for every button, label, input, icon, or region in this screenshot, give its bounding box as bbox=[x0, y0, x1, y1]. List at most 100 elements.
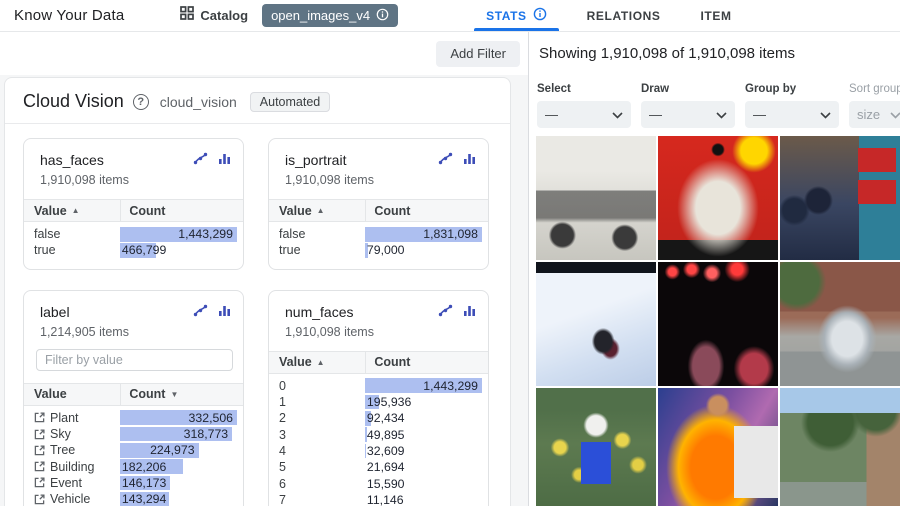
grid-photo-cyclists[interactable] bbox=[780, 136, 900, 260]
table-row[interactable]: Plant332,506 bbox=[24, 410, 243, 426]
table-row[interactable]: false1,443,299 bbox=[24, 226, 243, 242]
column-header-count[interactable]: Count▼ bbox=[120, 384, 243, 405]
grid-catalog-icon bbox=[180, 6, 194, 25]
row-count: 182,206 bbox=[118, 459, 237, 474]
group-by-control: Group by — bbox=[745, 83, 839, 128]
filter-by-value-input[interactable] bbox=[36, 349, 233, 371]
column-header-value[interactable]: Value bbox=[24, 387, 120, 401]
open-in-new-icon[interactable] bbox=[34, 494, 45, 505]
table-row[interactable]: 292,434 bbox=[269, 410, 488, 426]
row-value: Building bbox=[24, 460, 118, 474]
table-row[interactable]: true466,799 bbox=[24, 242, 243, 258]
select-label: Select bbox=[537, 83, 631, 95]
card-label: label 1,214,905 items bbox=[23, 290, 244, 506]
row-count: 11,146 bbox=[363, 492, 482, 506]
bar-chart-icon[interactable] bbox=[463, 152, 476, 165]
bar-chart-icon[interactable] bbox=[463, 304, 476, 317]
table-row[interactable]: Sky318,773 bbox=[24, 426, 243, 442]
tab-relations[interactable]: RELATIONS bbox=[567, 0, 681, 31]
row-count: 1,831,098 bbox=[363, 227, 482, 242]
tab-stats[interactable]: STATS bbox=[466, 0, 567, 31]
row-count: 466,799 bbox=[118, 243, 237, 258]
sort-groups-control: Sort groups by size bbox=[849, 83, 900, 128]
open-in-new-icon[interactable] bbox=[34, 412, 45, 423]
table-row[interactable]: 01,443,299 bbox=[269, 378, 488, 394]
card-item-count: 1,910,098 items bbox=[285, 173, 472, 187]
sort-arrow-icon: ▼ bbox=[170, 390, 178, 399]
column-header-value[interactable]: Value▲ bbox=[24, 204, 120, 218]
distribution-chart-icon[interactable] bbox=[193, 304, 208, 317]
grid-photo-concert[interactable] bbox=[658, 262, 778, 386]
table-row[interactable]: Vehicle143,294 bbox=[24, 491, 243, 506]
column-header-value[interactable]: Value▲ bbox=[269, 204, 365, 218]
table-row[interactable]: 1195,936 bbox=[269, 394, 488, 410]
column-header-count[interactable]: Count bbox=[120, 200, 243, 221]
row-value: Tree bbox=[24, 443, 118, 457]
table-row[interactable]: Building182,206 bbox=[24, 458, 243, 474]
select-dropdown[interactable]: — bbox=[537, 101, 631, 128]
bar-chart-icon[interactable] bbox=[218, 152, 231, 165]
tab-item[interactable]: ITEM bbox=[681, 0, 752, 31]
column-header-count[interactable]: Count bbox=[365, 352, 488, 373]
row-value: 6 bbox=[269, 477, 363, 491]
card-title: num_faces bbox=[285, 304, 353, 320]
table-row[interactable]: 432,609 bbox=[269, 443, 488, 459]
table-row[interactable]: Tree224,973 bbox=[24, 442, 243, 458]
grid-photo-hi-vis[interactable] bbox=[658, 388, 778, 506]
group-by-value: — bbox=[753, 107, 766, 122]
distribution-chart-icon[interactable] bbox=[193, 152, 208, 165]
bar-chart-icon[interactable] bbox=[218, 304, 231, 317]
draw-label: Draw bbox=[641, 83, 735, 95]
row-count: 32,609 bbox=[363, 444, 482, 459]
column-header-value[interactable]: Value▲ bbox=[269, 355, 365, 369]
table-row[interactable]: 711,146 bbox=[269, 492, 488, 506]
distribution-chart-icon[interactable] bbox=[438, 152, 453, 165]
grid-photo-courtyard[interactable] bbox=[780, 388, 900, 506]
grid-photo-snow-tubing[interactable] bbox=[536, 262, 656, 386]
open-in-new-icon[interactable] bbox=[34, 429, 45, 440]
items-column: Select — Draw — Group by — bbox=[529, 75, 900, 506]
table-row[interactable]: Event146,173 bbox=[24, 475, 243, 491]
dataset-chip[interactable]: open_images_v4 bbox=[262, 4, 398, 27]
table-row[interactable]: true79,000 bbox=[269, 242, 488, 258]
info-icon[interactable] bbox=[376, 8, 389, 24]
grid-photo-toy-packaging[interactable] bbox=[658, 136, 778, 260]
table-row[interactable]: false1,831,098 bbox=[269, 226, 488, 242]
stats-column: Cloud Vision ? cloud_vision Automated ha… bbox=[0, 75, 529, 506]
sort-arrow-icon: ▲ bbox=[317, 358, 325, 367]
row-value: 0 bbox=[269, 379, 363, 393]
group-by-dropdown[interactable]: — bbox=[745, 101, 839, 128]
draw-dropdown[interactable]: — bbox=[641, 101, 735, 128]
grid-photo-vintage-truck[interactable] bbox=[536, 136, 656, 260]
row-count: 143,294 bbox=[118, 492, 237, 506]
sort-arrow-icon: ▲ bbox=[317, 206, 325, 215]
row-value: Plant bbox=[24, 411, 118, 425]
grid-photo-garden[interactable] bbox=[536, 388, 656, 506]
stat-cards-grid: has_faces 1,910,098 items bbox=[5, 124, 510, 506]
distribution-chart-icon[interactable] bbox=[438, 304, 453, 317]
table-row[interactable]: 615,590 bbox=[269, 475, 488, 491]
catalog-label: Catalog bbox=[200, 8, 248, 23]
card-item-count: 1,910,098 items bbox=[40, 173, 227, 187]
stats-info-icon[interactable] bbox=[533, 7, 547, 24]
open-in-new-icon[interactable] bbox=[34, 461, 45, 472]
column-header-count[interactable]: Count bbox=[365, 200, 488, 221]
row-value: false bbox=[24, 227, 118, 241]
open-in-new-icon[interactable] bbox=[34, 445, 45, 456]
table-row[interactable]: 349,895 bbox=[269, 426, 488, 442]
grid-photo-silver-car[interactable] bbox=[780, 262, 900, 386]
row-value: Event bbox=[24, 476, 118, 490]
help-icon[interactable]: ? bbox=[133, 94, 149, 110]
sort-groups-dropdown[interactable]: size bbox=[849, 101, 900, 128]
add-filter-button[interactable]: Add Filter bbox=[436, 41, 520, 67]
open-in-new-icon[interactable] bbox=[34, 477, 45, 488]
row-value: 4 bbox=[269, 444, 363, 458]
chevron-down-icon bbox=[890, 107, 900, 122]
catalog-button[interactable]: Catalog bbox=[180, 6, 248, 25]
row-value: 5 bbox=[269, 460, 363, 474]
table-row[interactable]: 521,694 bbox=[269, 459, 488, 475]
row-count: 146,173 bbox=[118, 476, 237, 491]
card-is-portrait: is_portrait 1,910,098 items bbox=[268, 138, 489, 270]
card-has-faces: has_faces 1,910,098 items bbox=[23, 138, 244, 270]
row-value: Sky bbox=[24, 427, 118, 441]
